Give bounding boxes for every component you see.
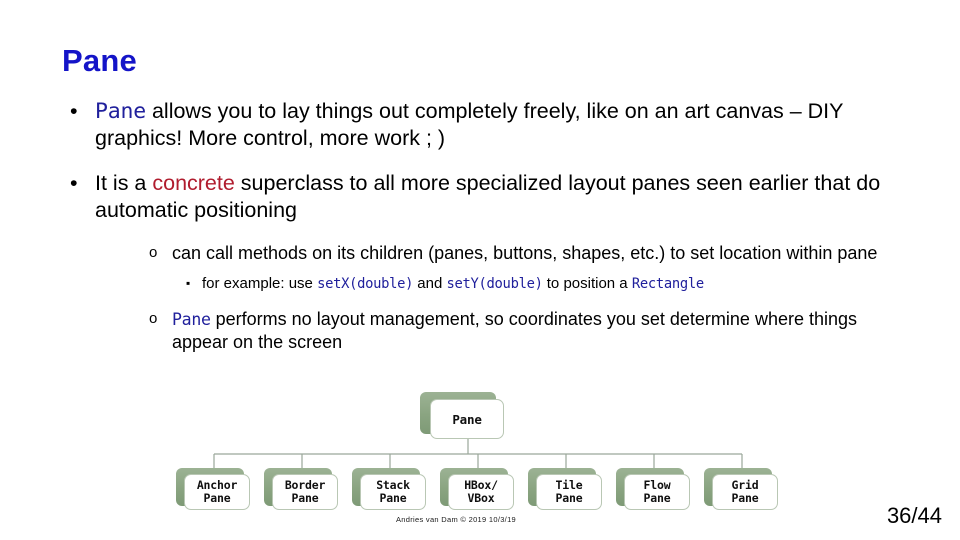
diagram-node-border-pane[interactable]: Border Pane: [264, 468, 340, 512]
node-label: Grid Pane: [731, 478, 759, 505]
node-label: Pane: [452, 411, 482, 427]
sub-bullet-code-term: Pane: [172, 310, 211, 329]
bullet-highlight-term: concrete: [152, 171, 235, 195]
sub-sub-bullet-item: ▪ for example: use setX(double) and setY…: [166, 274, 898, 294]
node-face: Border Pane: [272, 474, 338, 510]
node-label: Flow Pane: [643, 478, 671, 505]
footer-credit: Andries van Dam © 2019 10/3/19: [396, 515, 517, 524]
node-face: Pane: [430, 399, 504, 439]
code-sety: setY(double): [446, 276, 543, 292]
code-setx: setX(double): [317, 276, 414, 292]
node-label: Tile Pane: [555, 478, 583, 505]
node-face: Tile Pane: [536, 474, 602, 510]
sub-bullet-text: performs no layout management, so coordi…: [172, 309, 858, 352]
sub-bullet-item: o Pane performs no layout management, so…: [132, 308, 898, 354]
sub-sub-bullet-text: for example: use: [202, 275, 318, 292]
bullet-code-term: Pane: [95, 99, 146, 124]
diagram-node-root[interactable]: Pane: [420, 392, 506, 442]
code-rectangle: Rectangle: [631, 276, 704, 292]
diagram-node-hbox-vbox[interactable]: HBox/ VBox: [440, 468, 516, 512]
diagram-node-stack-pane[interactable]: Stack Pane: [352, 468, 428, 512]
sub-sub-bullet-text: and: [413, 275, 447, 292]
slide-body: • Pane allows you to lay things out comp…: [62, 98, 898, 354]
diagram-node-flow-pane[interactable]: Flow Pane: [616, 468, 692, 512]
sub-bullet-marker: o: [149, 310, 158, 327]
sub-sub-bullet-marker: ▪: [186, 276, 191, 290]
page-number: 36/44: [886, 503, 942, 528]
sub-bullet-item: o can call methods on its children (pane…: [132, 242, 898, 265]
node-label: HBox/ VBox: [464, 478, 498, 505]
pane-hierarchy-diagram: Pane Anchor Pane Border Pane Stack Pane …: [168, 392, 780, 512]
bullet-text: It is a: [95, 171, 153, 195]
node-label: Stack Pane: [376, 478, 410, 505]
diagram-node-anchor-pane[interactable]: Anchor Pane: [176, 468, 252, 512]
sub-bullet-marker: o: [149, 244, 158, 261]
page-title: Pane: [62, 43, 137, 78]
node-face: Grid Pane: [712, 474, 778, 510]
node-label: Border Pane: [284, 478, 326, 505]
sub-sub-bullet-text: to position a: [542, 275, 632, 292]
bullet-text: allows you to lay things out completely …: [95, 99, 844, 150]
node-face: HBox/ VBox: [448, 474, 514, 510]
bullet-marker: •: [70, 99, 78, 123]
bullet-item: • Pane allows you to lay things out comp…: [62, 98, 898, 152]
diagram-node-grid-pane[interactable]: Grid Pane: [704, 468, 780, 512]
diagram-node-tile-pane[interactable]: Tile Pane: [528, 468, 604, 512]
node-face: Anchor Pane: [184, 474, 250, 510]
node-label: Anchor Pane: [196, 478, 238, 505]
bullet-item: • It is a concrete superclass to all mor…: [62, 170, 898, 224]
node-face: Flow Pane: [624, 474, 690, 510]
sub-bullet-text: can call methods on its children (panes,…: [172, 243, 878, 263]
bullet-marker: •: [70, 171, 78, 195]
node-face: Stack Pane: [360, 474, 426, 510]
